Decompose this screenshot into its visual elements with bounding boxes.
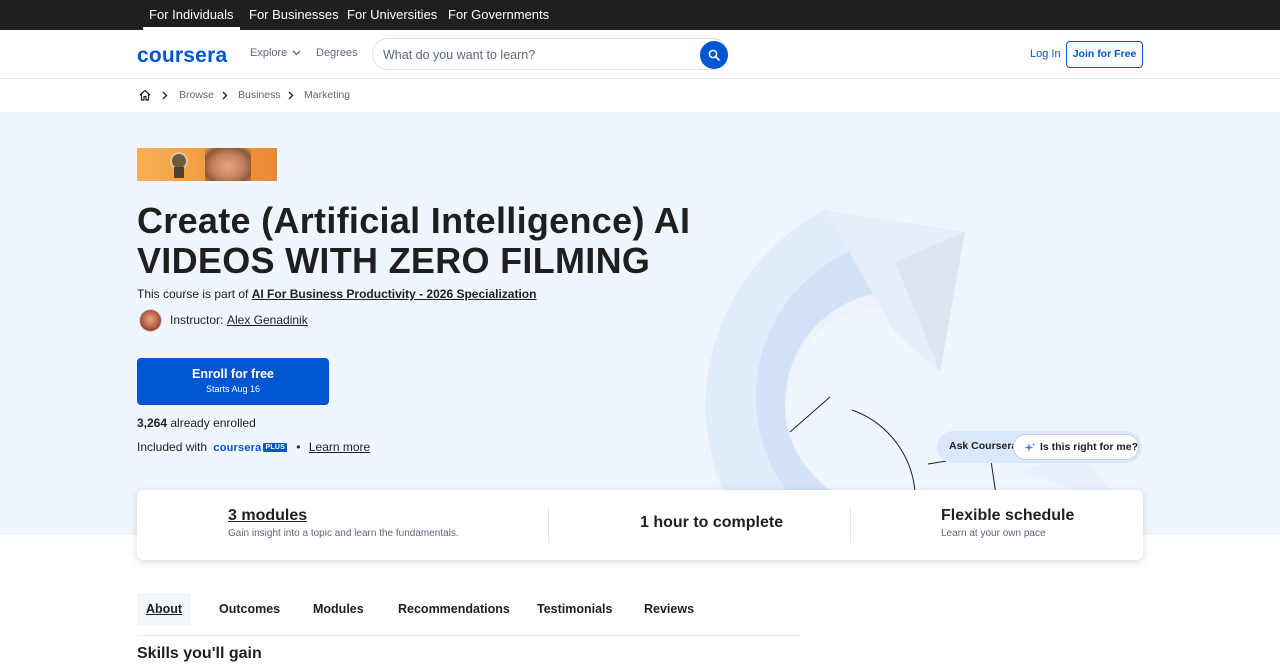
breadcrumb-business[interactable]: Business bbox=[238, 89, 281, 101]
info-divider bbox=[850, 507, 851, 543]
course-title: Create (Artificial Intelligence) AI VIDE… bbox=[137, 200, 691, 281]
bullet-separator: • bbox=[296, 440, 301, 454]
modules-description: Gain insight into a topic and learn the … bbox=[228, 528, 459, 539]
join-for-free-button[interactable]: Join for Free bbox=[1066, 41, 1143, 68]
search-input[interactable] bbox=[383, 45, 693, 65]
coursera-plus-note: Included with coursera PLUS • Learn more bbox=[137, 440, 370, 454]
login-link[interactable]: Log In bbox=[1030, 48, 1061, 60]
breadcrumb-marketing[interactable]: Marketing bbox=[304, 89, 350, 101]
tab-recommendations[interactable]: Recommendations bbox=[389, 593, 519, 626]
chevron-down-icon bbox=[292, 50, 301, 56]
home-icon[interactable] bbox=[139, 89, 151, 101]
enrolled-suffix: already enrolled bbox=[170, 416, 256, 430]
skills-section-title: Skills you'll gain bbox=[137, 645, 262, 662]
course-info-card: 3 modules Gain insight into a topic and … bbox=[137, 490, 1143, 560]
tab-modules[interactable]: Modules bbox=[304, 593, 373, 626]
is-this-right-button[interactable]: Is this right for me? bbox=[1013, 434, 1139, 460]
ask-coursera-widget: Ask Coursera Is this right for me? bbox=[937, 431, 1142, 463]
enrolled-number: 3,264 bbox=[137, 416, 168, 430]
coursera-plus-logo: coursera PLUS bbox=[213, 441, 287, 454]
enrollment-count: 3,264 already enrolled bbox=[137, 416, 256, 430]
course-tabs: About Outcomes Modules Recommendations T… bbox=[137, 593, 800, 636]
ask-coursera-label: Ask Coursera bbox=[949, 440, 1018, 452]
info-divider bbox=[548, 507, 549, 543]
search-icon bbox=[708, 49, 720, 61]
modules-count-link[interactable]: 3 modules bbox=[228, 507, 307, 525]
site-header: coursera Explore Degrees Log In Join for… bbox=[0, 30, 1280, 79]
explore-menu[interactable]: Explore bbox=[250, 47, 301, 59]
tab-outcomes[interactable]: Outcomes bbox=[210, 593, 289, 626]
audience-individuals-link[interactable]: For Individuals bbox=[143, 0, 240, 30]
instructor-name-link[interactable]: Alex Genadinik bbox=[227, 313, 308, 327]
breadcrumb-browse[interactable]: Browse bbox=[179, 89, 214, 101]
included-with-label: Included with bbox=[137, 440, 208, 454]
enroll-label: Enroll for free bbox=[192, 367, 274, 381]
explore-label: Explore bbox=[250, 47, 288, 59]
tab-about[interactable]: About bbox=[137, 593, 192, 626]
sparkle-icon bbox=[1024, 442, 1036, 452]
specialization-note: This course is part of AI For Business P… bbox=[137, 287, 536, 301]
enroll-button[interactable]: Enroll for free Starts Aug 16 bbox=[137, 358, 329, 405]
tab-reviews[interactable]: Reviews bbox=[635, 593, 703, 626]
instructor-avatar bbox=[139, 309, 162, 332]
search-box bbox=[372, 38, 728, 70]
instructor-label: Instructor: bbox=[170, 313, 224, 327]
chevron-right-icon bbox=[288, 91, 294, 100]
audience-bar: For Individuals For Businesses For Unive… bbox=[0, 0, 1280, 30]
search-button[interactable] bbox=[700, 41, 728, 69]
breadcrumb: Browse Business Marketing bbox=[0, 79, 1280, 112]
is-this-right-label: Is this right for me? bbox=[1040, 441, 1139, 453]
learn-more-link[interactable]: Learn more bbox=[309, 440, 370, 454]
audience-universities-link[interactable]: For Universities bbox=[341, 0, 443, 30]
schedule-title: Flexible schedule bbox=[941, 507, 1075, 524]
course-duration: 1 hour to complete bbox=[640, 514, 784, 531]
audience-businesses-link[interactable]: For Businesses bbox=[243, 0, 345, 30]
decorative-arc-graphic bbox=[705, 210, 1120, 523]
chevron-right-icon bbox=[222, 91, 228, 100]
specialization-link[interactable]: AI For Business Productivity - 2026 Spec… bbox=[252, 287, 537, 301]
audience-governments-link[interactable]: For Governments bbox=[442, 0, 555, 30]
enroll-start-date: Starts Aug 16 bbox=[205, 384, 261, 394]
tab-testimonials[interactable]: Testimonials bbox=[528, 593, 621, 626]
degrees-link[interactable]: Degrees bbox=[316, 47, 358, 59]
coursera-logo[interactable]: coursera bbox=[137, 44, 227, 68]
chevron-right-icon bbox=[162, 91, 168, 100]
part-of-prefix: This course is part of bbox=[137, 287, 249, 301]
instructor-banner-image bbox=[137, 148, 277, 181]
schedule-description: Learn at your own pace bbox=[941, 528, 1046, 539]
